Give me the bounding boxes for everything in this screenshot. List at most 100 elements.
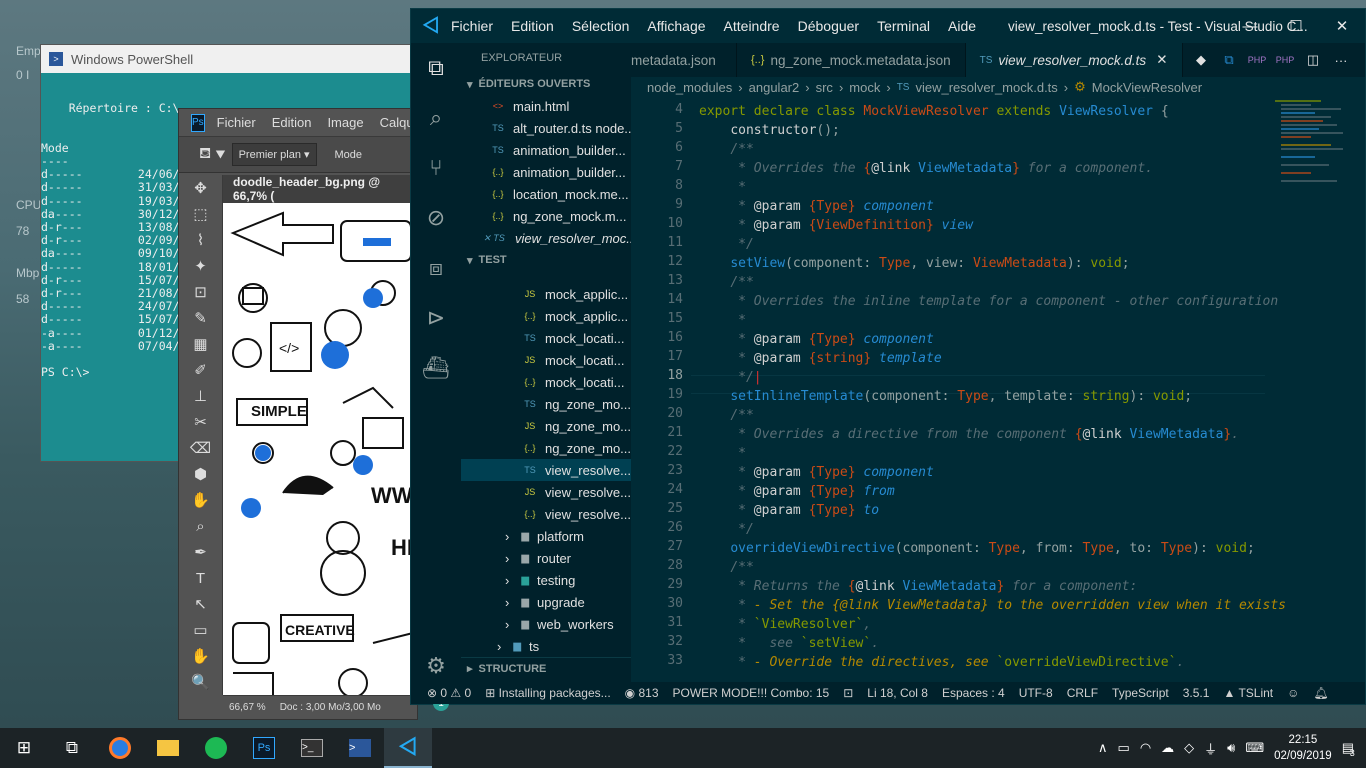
document-canvas[interactable]: SIMPLE CREATIVE WW HI </> bbox=[223, 203, 417, 695]
debug-icon[interactable]: ⊘ bbox=[411, 193, 461, 243]
feedback-smiley-icon[interactable]: ☺ bbox=[1287, 686, 1299, 700]
file-item[interactable]: {..} animation_builder... bbox=[461, 161, 631, 183]
tab-ng-zone-mock[interactable]: {..} ng_zone_mock.metadata.json bbox=[737, 43, 966, 77]
menu-atteindre[interactable]: Atteindre bbox=[724, 18, 780, 34]
open-editors-section[interactable]: ▾ ÉDITEURS OUVERTS bbox=[461, 73, 631, 95]
photoshop-window[interactable]: Ps Fichier Edition Image Calque ⛾ ▾ Prem… bbox=[178, 108, 418, 720]
folder-item[interactable]: › ▆ web_workers bbox=[461, 613, 631, 635]
ps-menu-edition[interactable]: Edition bbox=[272, 115, 312, 130]
folder-item[interactable]: › ▆ ts bbox=[461, 635, 631, 657]
folder-item[interactable]: › ▆ testing bbox=[461, 569, 631, 591]
action-center-icon[interactable]: ▤ 3 bbox=[1342, 740, 1355, 758]
php-run-icon[interactable]: PHP bbox=[1271, 43, 1299, 77]
zoom-level[interactable]: 66,67 % bbox=[229, 702, 266, 713]
close-icon[interactable]: ✕ bbox=[1319, 9, 1365, 43]
powershell-taskbar-icon[interactable]: > bbox=[336, 728, 384, 768]
ps-tool-icon[interactable]: ⊡ bbox=[179, 279, 222, 305]
ps-tool-icon[interactable]: 🔍 bbox=[179, 669, 222, 695]
folder-item[interactable]: › ▆ upgrade bbox=[461, 591, 631, 613]
search-icon[interactable]: ⌕ bbox=[411, 93, 461, 143]
fill-source-select[interactable]: Premier plan ▾ bbox=[231, 143, 317, 166]
ps-tool-icon[interactable]: ✦ bbox=[179, 253, 222, 279]
file-item[interactable]: TS mock_locati... bbox=[461, 327, 631, 349]
usb-icon[interactable]: ⏚ bbox=[1204, 739, 1217, 758]
file-item[interactable]: {..} ng_zone_mo... bbox=[461, 437, 631, 459]
menu-terminal[interactable]: Terminal bbox=[877, 18, 930, 34]
volume-icon[interactable]: 🔊︎ bbox=[1227, 740, 1235, 756]
file-item[interactable]: TS view_resolve... bbox=[461, 459, 631, 481]
ps-tool-icon[interactable]: ✎ bbox=[179, 305, 222, 331]
breadcrumb-item[interactable]: src bbox=[816, 80, 833, 95]
notifications-bell-icon[interactable]: 🔔︎ bbox=[1313, 686, 1328, 700]
end-of-line[interactable]: CRLF bbox=[1067, 686, 1098, 700]
menu-affichage[interactable]: Affichage bbox=[647, 18, 705, 34]
file-item[interactable]: {..} ng_zone_mock.m... bbox=[461, 205, 631, 227]
ps-tool-icon[interactable]: ⬚ bbox=[179, 201, 222, 227]
menu-aide[interactable]: Aide bbox=[948, 18, 976, 34]
file-item[interactable]: JS mock_locati... bbox=[461, 349, 631, 371]
task-status[interactable]: ⊞ Installing packages... bbox=[485, 686, 610, 700]
ts-version[interactable]: 3.5.1 bbox=[1183, 686, 1210, 700]
more-actions-icon[interactable]: ··· bbox=[1327, 43, 1355, 77]
folder-item[interactable]: › ▆ router bbox=[461, 547, 631, 569]
ps-tool-icon[interactable]: ▭ bbox=[179, 617, 222, 643]
photoshop-taskbar-icon[interactable]: Ps bbox=[240, 728, 288, 768]
battery-icon[interactable]: ▭ bbox=[1118, 740, 1130, 756]
code-text[interactable]: export declare class MockViewResolver ex… bbox=[699, 102, 1286, 672]
structure-section[interactable]: ▸ STRUCTURE bbox=[461, 657, 631, 679]
breadcrumb-item[interactable]: mock bbox=[849, 80, 880, 95]
clock[interactable]: 22:15 02/09/2019 bbox=[1274, 732, 1332, 764]
firefox-icon[interactable] bbox=[96, 728, 144, 768]
file-item[interactable]: {..} mock_applic... bbox=[461, 305, 631, 327]
tray-overflow-icon[interactable]: ∧ bbox=[1098, 740, 1108, 756]
menu-fichier[interactable]: Fichier bbox=[451, 18, 493, 34]
ps-tool-icon[interactable]: ✐ bbox=[179, 357, 222, 383]
menu-selection[interactable]: Sélection bbox=[572, 18, 630, 34]
tab-close-icon[interactable]: ✕ bbox=[1156, 52, 1167, 68]
file-item[interactable]: TS alt_router.d.ts node... bbox=[461, 117, 631, 139]
menu-edition[interactable]: Edition bbox=[511, 18, 554, 34]
breadcrumb-item[interactable]: node_modules bbox=[647, 80, 732, 95]
tslint-status[interactable]: ▲ TSLint bbox=[1223, 686, 1273, 700]
powershell-titlebar[interactable]: > Windows PowerShell bbox=[41, 45, 459, 73]
minimize-icon[interactable]: — bbox=[1227, 9, 1273, 43]
terminal-icon[interactable]: ⊡ bbox=[843, 686, 853, 700]
test-section[interactable]: ▾ TEST bbox=[461, 249, 631, 271]
indentation[interactable]: Espaces : 4 bbox=[942, 686, 1005, 700]
file-item[interactable]: {..} view_resolve... bbox=[461, 503, 631, 525]
vscode-titlebar[interactable]: ⨞ Fichier Edition Sélection Affichage At… bbox=[411, 9, 1365, 43]
encoding[interactable]: UTF-8 bbox=[1019, 686, 1053, 700]
views-counter[interactable]: ◉ 813 bbox=[625, 686, 659, 700]
ps-tool-icon[interactable]: ↖ bbox=[179, 591, 222, 617]
ps-tool-icon[interactable]: ✂ bbox=[179, 409, 222, 435]
explorer-icon[interactable]: ⧉ bbox=[411, 43, 461, 93]
file-item[interactable]: <> main.html bbox=[461, 95, 631, 117]
ps-menu-fichier[interactable]: Fichier bbox=[217, 115, 256, 130]
dropbox-icon[interactable]: ◇ bbox=[1184, 740, 1194, 756]
file-item[interactable]: TS animation_builder... bbox=[461, 139, 631, 161]
file-item[interactable]: JS mock_applic... bbox=[461, 283, 631, 305]
php-icon[interactable]: PHP bbox=[1243, 43, 1271, 77]
ps-tool-icon[interactable]: ✒ bbox=[179, 539, 222, 565]
breadcrumb-item[interactable]: view_resolver_mock.d.ts bbox=[915, 80, 1057, 95]
source-control-icon[interactable]: ⑂ bbox=[411, 143, 461, 193]
git-icon[interactable]: ◆ bbox=[1187, 43, 1215, 77]
ps-tool-icon[interactable]: ⊥ bbox=[179, 383, 222, 409]
problems-indicator[interactable]: ⊗ 0 ⚠ 0 bbox=[427, 686, 471, 700]
ps-tool-icon[interactable]: ✥ bbox=[179, 175, 222, 201]
task-view-icon[interactable]: ⧉ bbox=[48, 728, 96, 768]
paint-bucket-icon[interactable]: ⛾ ▾ bbox=[199, 145, 226, 164]
breadcrumb-item[interactable]: angular2 bbox=[749, 80, 800, 95]
maximize-icon[interactable]: ☐ bbox=[1273, 9, 1319, 43]
split-editor-icon[interactable]: ◫ bbox=[1299, 43, 1327, 77]
start-windows-icon[interactable]: ⊞ bbox=[0, 728, 48, 768]
ps-tool-icon[interactable]: ⌇ bbox=[179, 227, 222, 253]
file-explorer-icon[interactable] bbox=[144, 728, 192, 768]
file-item[interactable]: ✕ TS view_resolver_moc... bbox=[461, 227, 631, 249]
tab-view-resolver-mock[interactable]: TS view_resolver_mock.d.ts ✕ bbox=[965, 43, 1183, 77]
terminal-panel-icon[interactable]: ⊳ bbox=[411, 293, 461, 343]
ps-tool-icon[interactable]: ▦ bbox=[179, 331, 222, 357]
ps-tool-icon[interactable]: ⬢ bbox=[179, 461, 222, 487]
ps-tool-icon[interactable]: ✋ bbox=[179, 487, 222, 513]
vscode-taskbar-icon[interactable]: ⨞ bbox=[384, 728, 432, 768]
